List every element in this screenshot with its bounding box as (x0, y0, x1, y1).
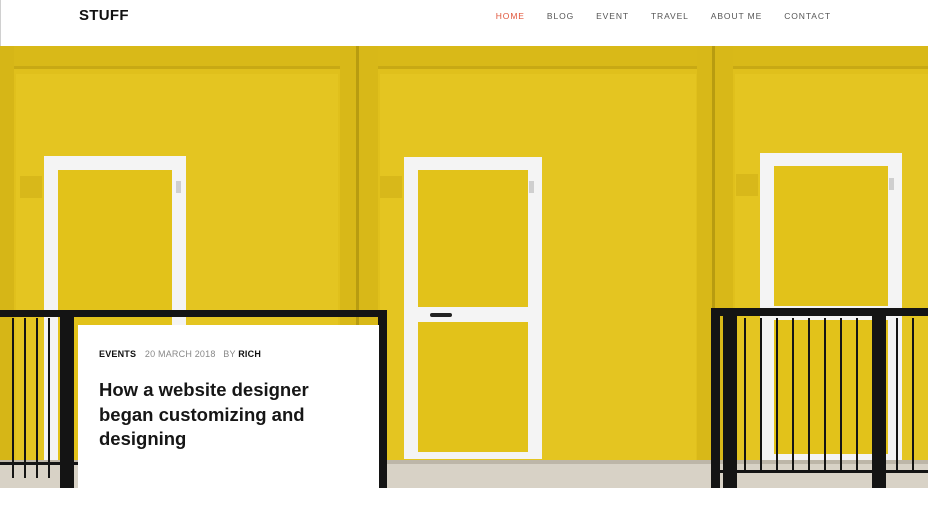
post-author[interactable]: RICH (238, 349, 261, 359)
post-by-label: BY (223, 349, 236, 359)
featured-post-card: EVENTS 20 MARCH 2018 BY RICH How a websi… (78, 325, 379, 488)
post-category[interactable]: EVENTS (99, 349, 136, 359)
main-nav: HOME BLOG EVENT TRAVEL ABOUT ME CONTACT (485, 11, 842, 21)
site-logo[interactable]: STUFF (79, 7, 129, 24)
nav-event[interactable]: EVENT (585, 11, 640, 21)
post-meta: EVENTS 20 MARCH 2018 BY RICH (99, 349, 358, 359)
nav-contact[interactable]: CONTACT (773, 11, 842, 21)
nav-home[interactable]: HOME (485, 11, 536, 21)
post-date: 20 MARCH 2018 (144, 349, 216, 359)
site-header: STUFF HOME BLOG EVENT TRAVEL ABOUT ME CO… (0, 0, 928, 46)
nav-about-me[interactable]: ABOUT ME (700, 11, 773, 21)
nav-blog[interactable]: BLOG (536, 11, 585, 21)
post-title[interactable]: How a website designer began customizing… (99, 378, 359, 452)
nav-travel[interactable]: TRAVEL (640, 11, 700, 21)
